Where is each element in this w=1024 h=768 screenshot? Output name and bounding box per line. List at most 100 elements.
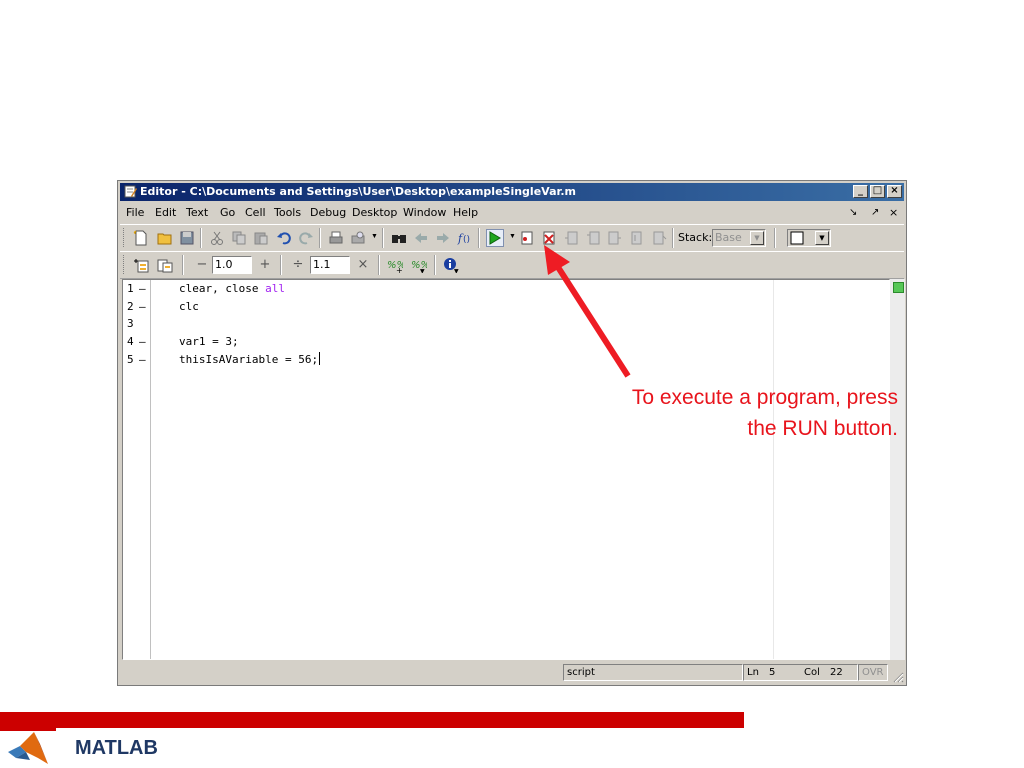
step-icon[interactable] (562, 229, 580, 247)
menu-help[interactable]: Help (453, 203, 478, 223)
menu-debug[interactable]: Debug (310, 203, 346, 223)
print-icon[interactable] (327, 229, 345, 247)
gutter-row: 1– (127, 280, 146, 297)
breakpoint-marker[interactable]: – (139, 298, 146, 315)
resize-grip-icon[interactable] (892, 671, 904, 683)
increment-value-input[interactable]: 1.0 (212, 256, 252, 274)
col-label: Col (804, 667, 820, 678)
text-caret (319, 352, 321, 365)
evaluate-cell-icon[interactable] (156, 256, 174, 274)
chevron-down-icon[interactable]: ▼ (815, 231, 829, 245)
close-button[interactable]: × (887, 185, 902, 198)
minimize-button[interactable]: _ (853, 185, 868, 198)
divide-button[interactable]: ÷ (290, 258, 306, 274)
matlab-logo-icon (8, 732, 48, 764)
chevron-down-icon[interactable]: ▼ (750, 231, 764, 245)
find-icon[interactable] (390, 229, 408, 247)
code-line[interactable]: var1 = 3; (179, 333, 239, 350)
menu-window[interactable]: Window (403, 203, 446, 223)
restore-icon[interactable]: ↗ (871, 203, 879, 223)
menu-file[interactable]: File (126, 203, 144, 223)
cursor-position-field: Ln 5 Col 22 (743, 664, 858, 681)
right-margin-line (773, 280, 774, 659)
menu-tools[interactable]: Tools (274, 203, 301, 223)
footer-red-bar (0, 712, 744, 728)
line-gutter[interactable]: 1– 2– 3 4– 5– (123, 280, 151, 659)
menu-desktop[interactable]: Desktop (352, 203, 397, 223)
exit-debug-icon[interactable] (650, 229, 668, 247)
save-icon[interactable] (178, 229, 196, 247)
increment-button[interactable]: + (257, 258, 273, 274)
ln-value: 5 (769, 667, 776, 678)
window-title: Editor - C:\Documents and Settings\User\… (140, 185, 576, 198)
menu-bar: File Edit Text Go Cell Tools Debug Deskt… (120, 203, 904, 223)
breakpoint-marker[interactable]: – (139, 333, 146, 350)
code-analyzer-status-icon[interactable] (893, 282, 904, 293)
menu-text[interactable]: Text (186, 203, 208, 223)
step-out-icon[interactable] (606, 229, 624, 247)
open-folder-icon[interactable] (156, 229, 174, 247)
breakpoint-marker[interactable]: – (139, 351, 146, 368)
toolbar-grip[interactable] (123, 228, 127, 247)
undo-icon[interactable] (275, 229, 293, 247)
ln-label: Ln (747, 667, 759, 678)
status-bar: script Ln 5 Col 22 OVR (120, 663, 904, 683)
stack-select[interactable]: Base ▼ (712, 229, 766, 247)
scale-value-input[interactable]: 1.1 (310, 256, 350, 274)
new-file-icon[interactable] (132, 229, 150, 247)
cell-toolbar: − 1.0 + ÷ 1.1 × %%+ %%▼ ▼ (120, 251, 904, 279)
gutter-row: 2– (127, 298, 146, 315)
ovr-indicator: OVR (858, 664, 888, 681)
annotation-line-1: To execute a program, press (631, 386, 898, 409)
code-line[interactable]: clear, close all (179, 280, 285, 297)
print-dropdown-icon[interactable]: ▼ (371, 233, 378, 241)
info-icon[interactable]: ▼ (442, 256, 460, 274)
annotation-line-2: the RUN button. (747, 417, 898, 440)
paste-icon[interactable] (252, 229, 270, 247)
svg-text:+: + (396, 266, 403, 273)
svg-text:▼: ▼ (420, 268, 425, 273)
menu-cell[interactable]: Cell (245, 203, 266, 223)
continue-icon[interactable] (628, 229, 646, 247)
gutter-row: 3 (127, 317, 134, 330)
clear-breakpoint-icon[interactable] (540, 229, 558, 247)
back-icon[interactable] (412, 229, 430, 247)
maximize-button[interactable]: □ (870, 185, 885, 198)
set-breakpoint-icon[interactable] (518, 229, 536, 247)
vertical-scrollbar[interactable] (890, 279, 905, 660)
code-line[interactable]: clc (179, 298, 199, 315)
file-type-field: script (563, 664, 743, 681)
copy-icon[interactable] (230, 229, 248, 247)
multiply-button[interactable]: × (355, 258, 371, 274)
svg-text:▼: ▼ (454, 268, 459, 273)
breakpoint-marker[interactable]: – (139, 280, 146, 297)
dock-layout-select[interactable]: ▼ (787, 229, 831, 247)
run-dropdown-icon[interactable]: ▼ (509, 233, 516, 241)
gutter-row: 4– (127, 333, 146, 350)
menu-edit[interactable]: Edit (155, 203, 176, 223)
cut-icon[interactable] (208, 229, 226, 247)
insert-cell-icon[interactable] (132, 256, 150, 274)
print-preview-icon[interactable] (349, 229, 367, 247)
title-bar: Editor - C:\Documents and Settings\User\… (120, 183, 904, 201)
percent-plus-icon[interactable]: %%+ (386, 256, 404, 274)
function-icon[interactable]: f() (456, 229, 474, 247)
run-icon[interactable] (486, 229, 504, 247)
menu-go[interactable]: Go (220, 203, 235, 223)
decrement-button[interactable]: − (194, 258, 210, 274)
undock-icon[interactable]: ↘ (849, 203, 857, 223)
close-doc-icon[interactable]: × (889, 203, 898, 223)
step-in-icon[interactable] (584, 229, 602, 247)
code-line[interactable]: thisIsAVariable = 56; (179, 351, 321, 368)
code-editor[interactable]: 1– 2– 3 4– 5– clear, close all clc var1 … (122, 279, 890, 660)
forward-icon[interactable] (434, 229, 452, 247)
percent-dropdown-icon[interactable]: %%▼ (410, 256, 428, 274)
svg-text:(): () (463, 235, 470, 245)
stack-label: Stack: (678, 231, 713, 244)
redo-icon[interactable] (297, 229, 315, 247)
keyword: all (265, 282, 285, 295)
editor-app-icon (124, 185, 137, 198)
stack-value: Base (715, 231, 742, 244)
col-value: 22 (830, 667, 843, 678)
toolbar-grip[interactable] (123, 255, 127, 274)
